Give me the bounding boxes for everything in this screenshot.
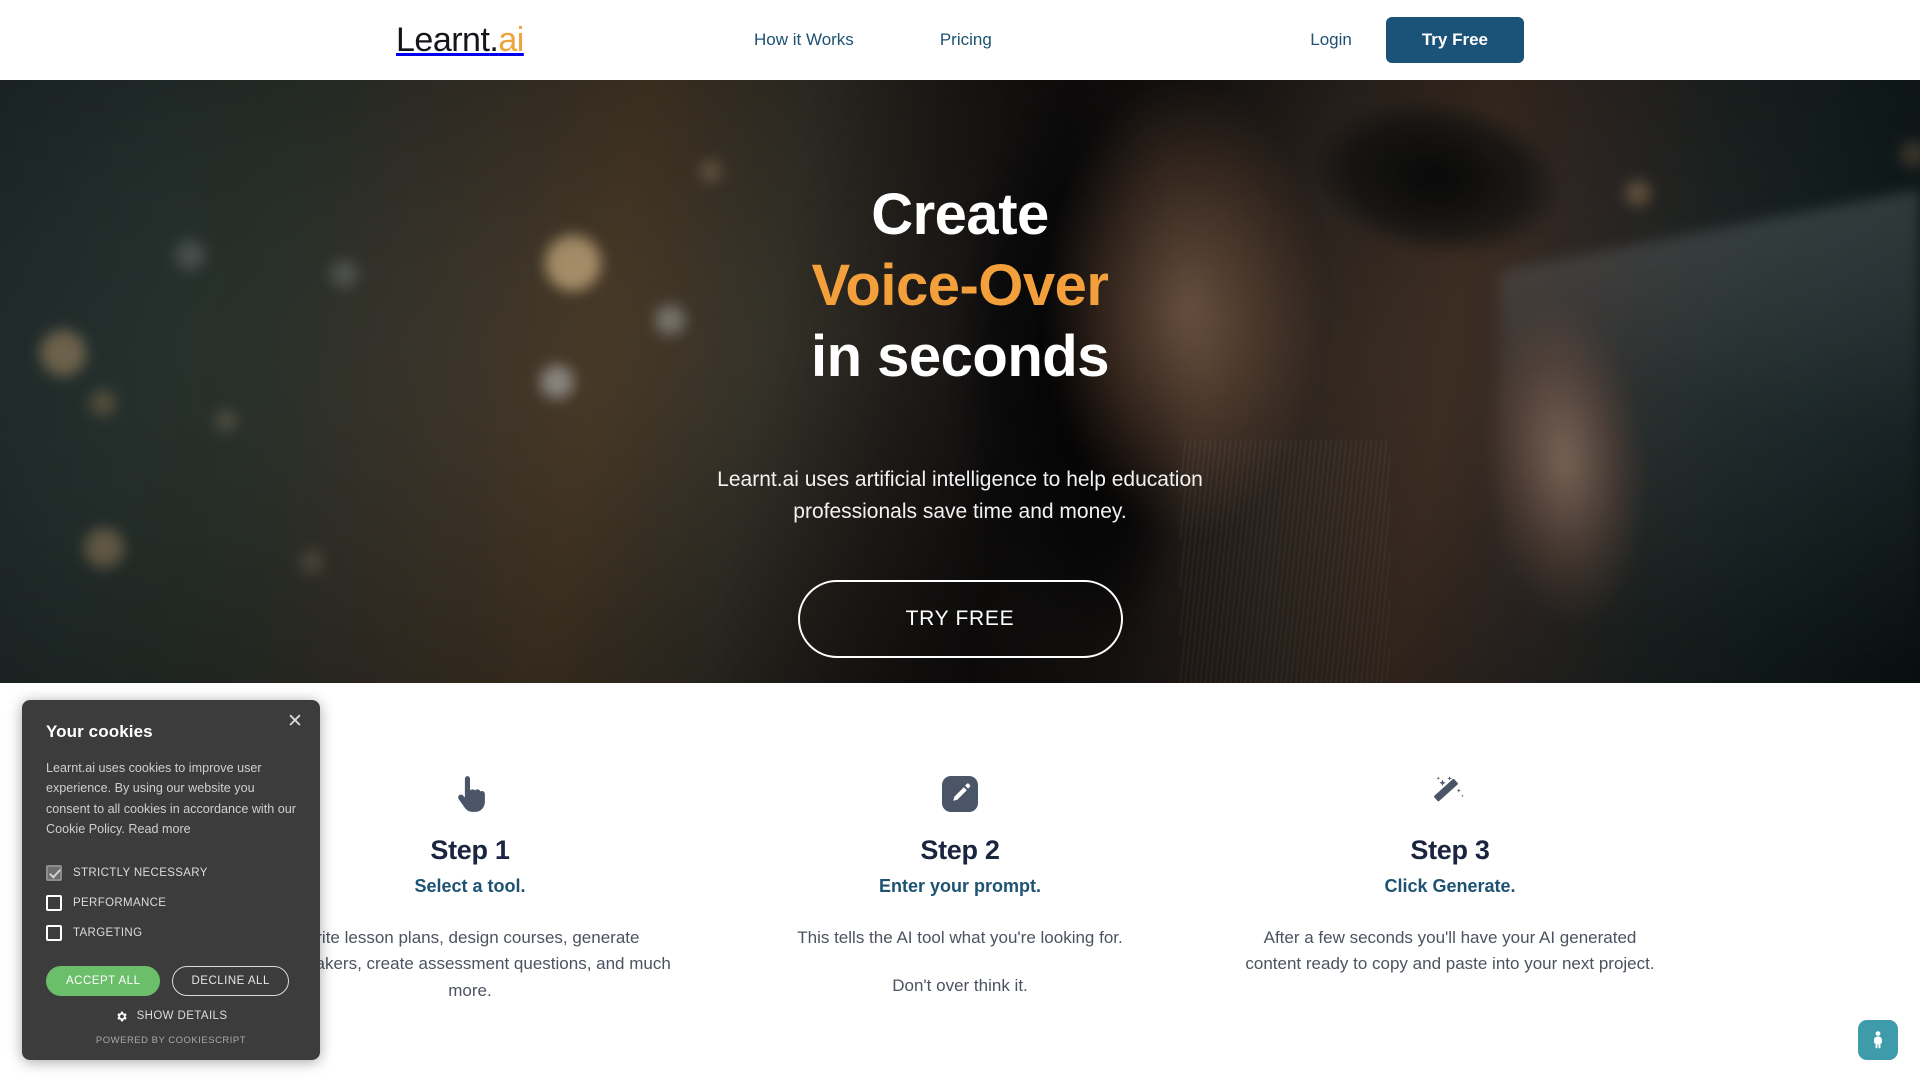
accessibility-widget-button[interactable] (1858, 1020, 1898, 1060)
gear-icon (116, 1011, 127, 1021)
hero-headline-line1: Create (871, 182, 1049, 247)
main-navigation: How it Works Pricing (754, 30, 992, 50)
hero-headline-line3: in seconds (811, 323, 1109, 389)
logo-text-accent: ai (498, 21, 524, 59)
step-body-paragraph: After a few seconds you'll have your AI … (1245, 928, 1655, 974)
cookie-option-label: PERFORMANCE (73, 896, 167, 909)
show-details-label: SHOW DETAILS (136, 1010, 228, 1023)
cookie-option-label: TARGETING (73, 926, 143, 939)
header-actions: Login Try Free (1310, 17, 1524, 63)
cookie-option-targeting[interactable]: TARGETING (46, 918, 296, 948)
decline-all-button[interactable]: DECLINE ALL (172, 965, 289, 996)
cookie-option-performance[interactable]: PERFORMANCE (46, 888, 296, 918)
step-body-paragraph: This tells the AI tool what you're looki… (797, 928, 1123, 947)
hero-subtitle: Learnt.ai uses artificial intelligence t… (717, 468, 1203, 524)
site-logo[interactable]: Learnt. ai (396, 23, 524, 57)
cookie-read-more-link[interactable]: Read more (128, 822, 190, 836)
cookie-powered-by: POWERED BY COOKIESCRIPT (95, 1034, 247, 1046)
checkbox-strictly-necessary (46, 864, 62, 881)
step-title: Step 3 (1410, 835, 1490, 865)
accept-all-button[interactable]: ACCEPT ALL (46, 965, 161, 996)
nav-item-how-it-works[interactable]: How it Works (754, 30, 854, 50)
accessibility-person-icon (1874, 1031, 1882, 1049)
magic-wand-icon (1241, 769, 1659, 819)
nav-item-pricing[interactable]: Pricing (940, 30, 992, 50)
cookie-option-label: STRICTLY NECESSARY (73, 866, 208, 879)
checkbox-targeting[interactable] (46, 924, 62, 941)
pencil-edit-icon (751, 769, 1169, 819)
cookie-dialog-title: Your cookies (46, 722, 153, 741)
logo-text-main: Learnt (396, 21, 490, 59)
step-title: Step 2 (920, 835, 1000, 865)
hero-section: Create Voice-Over in seconds Learnt.ai u… (0, 80, 1920, 683)
step-body-paragraph: Write lesson plans, design courses, gene… (269, 928, 671, 1000)
step-subtitle: Enter your prompt. (878, 876, 1041, 896)
hero-headline-line2: Voice-Over (811, 252, 1109, 318)
hero-content: Create Voice-Over in seconds Learnt.ai u… (0, 80, 1920, 683)
cookie-option-strictly-necessary: STRICTLY NECESSARY (46, 858, 296, 888)
step-body: After a few seconds you'll have your AI … (1241, 925, 1659, 978)
step-card-3: Step 3 Click Generate. After a few secon… (1205, 769, 1695, 1080)
login-link[interactable]: Login (1310, 30, 1352, 50)
step-subtitle: Select a tool. (414, 876, 526, 896)
step-body: Write lesson plans, design courses, gene… (261, 925, 679, 1004)
hero-headline: Create Voice-Over in seconds (811, 180, 1109, 392)
show-details-button[interactable]: SHOW DETAILS (46, 1010, 296, 1023)
site-header: Learnt. ai How it Works Pricing Login Try… (0, 0, 1920, 80)
step-body: This tells the AI tool what you're looki… (751, 925, 1169, 1000)
cookie-consent-dialog: ✕ Your cookies Learnt.ai uses cookies to… (22, 700, 320, 1060)
cookie-options-list: STRICTLY NECESSARY PERFORMANCE TARGETING (46, 858, 296, 948)
step-title: Step 1 (430, 835, 510, 865)
checkbox-performance[interactable] (46, 894, 62, 911)
pointing-hand-icon (261, 769, 679, 819)
hero-try-free-button[interactable]: TRY FREE (797, 580, 1123, 659)
cookie-dialog-actions: ACCEPT ALL DECLINE ALL (46, 965, 296, 996)
step-subtitle: Click Generate. (1384, 876, 1516, 896)
cookie-dialog-body: Learnt.ai uses cookies to improve user e… (46, 758, 296, 840)
close-icon[interactable]: ✕ (284, 710, 306, 732)
step-body-paragraph-2: Don't over think it. (892, 976, 1028, 996)
logo-text-dot: . (489, 21, 499, 59)
step-card-2: Step 2 Enter your prompt. This tells the… (715, 769, 1205, 1080)
steps-container: Step 1 Select a tool. Write lesson plans… (225, 769, 1695, 1080)
try-free-button[interactable]: Try Free (1385, 17, 1524, 63)
